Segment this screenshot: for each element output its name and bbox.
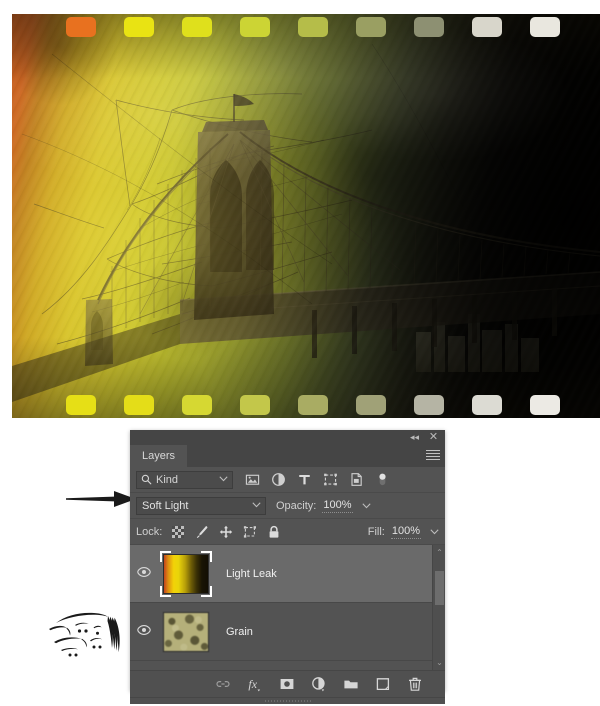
new-adjustment-layer-icon[interactable] bbox=[311, 676, 327, 692]
layer-visibility-toggle[interactable] bbox=[134, 567, 154, 580]
layer-list: Light Leak Grain ⌃ ⌄ bbox=[130, 545, 445, 670]
lock-artboard-nesting-icon[interactable] bbox=[243, 525, 257, 539]
svg-text:fx: fx bbox=[248, 677, 257, 691]
new-group-icon[interactable] bbox=[343, 676, 359, 692]
filter-shape-layers-icon[interactable] bbox=[323, 472, 338, 487]
chevron-down-icon bbox=[252, 501, 261, 507]
filter-adjustment-layers-icon[interactable] bbox=[271, 472, 286, 487]
lock-image-pixels-icon[interactable] bbox=[195, 525, 209, 539]
add-layer-mask-icon[interactable] bbox=[279, 676, 295, 692]
filter-kind-label: Kind bbox=[156, 473, 179, 486]
layer-filter-row: Kind bbox=[130, 467, 445, 493]
layer-thumbnail-grain bbox=[163, 611, 209, 652]
layer-row[interactable]: Light Leak bbox=[130, 545, 445, 603]
layer-visibility-toggle[interactable] bbox=[134, 625, 154, 638]
delete-layer-icon[interactable] bbox=[407, 676, 423, 692]
link-layers-icon[interactable] bbox=[215, 676, 231, 692]
blend-mode-select[interactable]: Soft Light bbox=[136, 496, 266, 515]
panel-resize-grip[interactable] bbox=[130, 697, 445, 704]
collapse-panel-icon[interactable]: ◂◂ bbox=[408, 431, 421, 444]
fill-input[interactable]: 100% bbox=[390, 525, 421, 539]
panel-body: Kind Soft Light Opacity: 100% Lock: Fill… bbox=[130, 467, 445, 704]
search-icon bbox=[141, 474, 152, 485]
thumb-corner-bl bbox=[160, 585, 171, 597]
lock-position-icon[interactable] bbox=[219, 525, 233, 539]
tab-layers[interactable]: Layers bbox=[130, 445, 188, 467]
opacity-chevron-down-icon[interactable] bbox=[361, 502, 371, 509]
layer-thumbnail-wrap[interactable] bbox=[160, 609, 212, 655]
opacity-label: Opacity: bbox=[276, 499, 317, 512]
lock-label: Lock: bbox=[136, 525, 163, 538]
layer-style-fx-icon[interactable]: fx bbox=[247, 676, 263, 692]
lock-row: Lock: Fill: 100% bbox=[130, 519, 445, 545]
layer-thumbnail-wrap[interactable] bbox=[160, 550, 212, 597]
panel-tab-row: Layers bbox=[130, 445, 445, 467]
scroll-up-icon[interactable]: ⌃ bbox=[435, 548, 444, 557]
fill-chevron-down-icon[interactable] bbox=[430, 528, 439, 535]
filter-kind-select[interactable]: Kind bbox=[136, 470, 233, 489]
panel-menu-icon[interactable] bbox=[426, 450, 440, 461]
close-icon[interactable]: ✕ bbox=[427, 431, 440, 444]
filter-smart-objects-icon[interactable] bbox=[349, 472, 364, 487]
layer-name[interactable]: Light Leak bbox=[226, 568, 277, 580]
panel-title-bar: ◂◂ ✕ bbox=[130, 430, 445, 445]
bridge-photograph bbox=[12, 14, 600, 418]
layer-list-scrollbar[interactable]: ⌃ ⌄ bbox=[432, 545, 445, 670]
persian-calligraphy-watermark bbox=[49, 612, 120, 657]
lock-transparent-pixels-icon[interactable] bbox=[171, 525, 185, 539]
lock-icon-group bbox=[171, 525, 281, 539]
lock-all-icon[interactable] bbox=[267, 525, 281, 539]
filter-pixel-layers-icon[interactable] bbox=[245, 472, 260, 487]
filter-toggle-switch[interactable] bbox=[375, 472, 390, 487]
chevron-down-icon bbox=[219, 475, 228, 481]
eye-icon bbox=[137, 567, 151, 577]
layer-name[interactable]: Grain bbox=[226, 626, 253, 638]
scrollbar-thumb[interactable] bbox=[435, 571, 444, 605]
annotation-pointer-arrow bbox=[66, 491, 136, 507]
filter-type-icons bbox=[245, 472, 390, 487]
scroll-down-icon[interactable]: ⌄ bbox=[435, 658, 444, 667]
filter-type-layers-icon[interactable] bbox=[297, 472, 312, 487]
eye-icon bbox=[137, 625, 151, 635]
opacity-input[interactable]: 100% bbox=[322, 499, 353, 513]
blend-mode-value: Soft Light bbox=[142, 499, 189, 512]
layers-panel-footer: fx bbox=[130, 670, 445, 697]
thumb-corner-br bbox=[201, 585, 212, 597]
blend-mode-row: Soft Light Opacity: 100% bbox=[130, 493, 445, 519]
thumb-corner-tr bbox=[201, 550, 212, 562]
new-layer-icon[interactable] bbox=[375, 676, 391, 692]
layer-row[interactable]: Grain bbox=[130, 603, 445, 661]
thumb-corner-tl bbox=[160, 550, 171, 562]
photo-vignette bbox=[12, 14, 600, 418]
fill-label: Fill: bbox=[367, 525, 385, 538]
layers-panel: ◂◂ ✕ Layers Kind Soft Light Opacity: 100… bbox=[130, 430, 445, 704]
